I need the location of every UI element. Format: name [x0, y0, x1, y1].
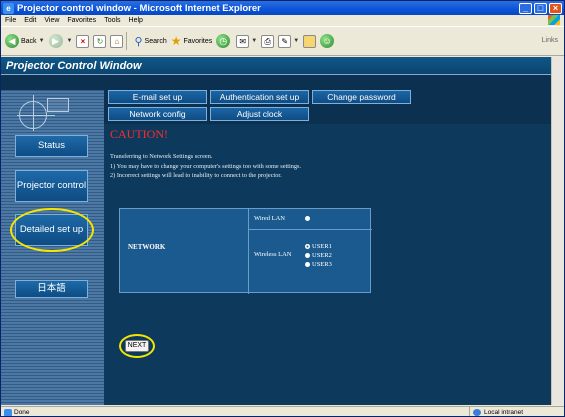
folder-icon: [303, 34, 317, 48]
menu-help[interactable]: Help: [129, 17, 143, 24]
user3-label: USER3: [312, 261, 332, 268]
tab-adjust-clock[interactable]: Adjust clock: [210, 107, 309, 121]
status-text: Done: [14, 409, 30, 416]
header-stripe: [1, 76, 552, 90]
network-divider: [248, 209, 249, 294]
messenger-icon: ☺: [320, 34, 335, 48]
mail-dropdown-icon[interactable]: ▼: [251, 38, 257, 44]
tab-email-setup[interactable]: E-mail set up: [108, 90, 207, 104]
notes-line-1: Transferring to Network Settings screen.: [110, 153, 213, 160]
history-button[interactable]: ◷: [216, 34, 232, 48]
radio-user1[interactable]: USER1: [305, 243, 332, 250]
maximize-button[interactable]: □: [534, 2, 547, 14]
caution-notes: Transferring to Network Settings screen.…: [110, 152, 301, 181]
home-icon: ⌂: [110, 34, 124, 48]
network-settings-box: NETWORK Wired LAN Wireless LAN USER1 USE…: [119, 208, 372, 294]
radio-user2[interactable]: USER2: [305, 252, 332, 259]
notes-line-2: 1) You may have to change your computer'…: [110, 162, 302, 170]
menu-file[interactable]: File: [5, 17, 16, 24]
caution-heading: CAUTION!: [110, 127, 168, 141]
mail-icon: ✉: [236, 34, 250, 48]
zone-label: Local intranet: [484, 409, 524, 416]
edit-icon: ✎: [278, 34, 292, 48]
menu-edit[interactable]: Edit: [24, 17, 36, 24]
status-bar: Done Local intranet: [1, 406, 564, 416]
history-icon: ◷: [216, 34, 231, 48]
back-arrow-icon: ◀: [5, 34, 19, 48]
tab-bar: E-mail set up Authentication set up Chan…: [104, 90, 552, 124]
projector-logo-icon: [17, 93, 72, 131]
user1-label: USER1: [312, 243, 332, 250]
minimize-button[interactable]: _: [519, 2, 532, 14]
detailed-setup-highlight: [10, 208, 94, 252]
search-button[interactable]: ⚲ Search: [134, 35, 166, 48]
back-dropdown-icon[interactable]: ▼: [39, 38, 45, 44]
links-label[interactable]: Links: [542, 37, 558, 44]
menu-favorites[interactable]: Favorites: [67, 17, 96, 24]
sidebar-item-status[interactable]: Status: [15, 135, 88, 157]
forward-arrow-icon: ▶: [48, 34, 63, 48]
favorites-star-icon: ★: [170, 34, 182, 48]
sidebar-item-japanese[interactable]: 日本語: [15, 280, 88, 298]
menu-tools[interactable]: Tools: [104, 17, 120, 24]
page-title: Projector Control Window: [1, 57, 552, 75]
intranet-globe-icon: [473, 409, 481, 416]
wired-lan-label: Wired LAN: [254, 215, 285, 222]
menu-bar: File Edit View Favorites Tools Help: [1, 15, 564, 26]
forward-dropdown-icon[interactable]: ▼: [67, 38, 73, 44]
stop-icon: ×: [76, 34, 90, 48]
radio-dot-icon: [305, 216, 310, 221]
tab-authentication-setup[interactable]: Authentication set up: [210, 90, 309, 104]
title-bar: e Projector control window - Microsoft I…: [1, 1, 564, 15]
radio-dot-icon: [305, 253, 310, 258]
content-area: E-mail set up Authentication set up Chan…: [104, 90, 552, 405]
back-label: Back: [21, 37, 37, 45]
sidebar-item-projector-control[interactable]: Projector control: [15, 170, 88, 202]
radio-selected-icon: [305, 244, 310, 249]
security-zone: Local intranet: [469, 407, 564, 416]
status-cells: [30, 407, 469, 416]
mail-button[interactable]: ✉ ▼: [236, 34, 257, 48]
tab-change-password[interactable]: Change password: [312, 90, 411, 104]
edit-dropdown-icon[interactable]: ▼: [293, 38, 299, 44]
menu-view[interactable]: View: [44, 17, 59, 24]
forward-button[interactable]: ▶ ▼: [48, 34, 73, 48]
toolbar: ◀ Back ▼ ▶ ▼ × ↻ ⌂ ⚲ Search ★ Favorites …: [1, 26, 564, 56]
user2-label: USER2: [312, 252, 332, 259]
close-button[interactable]: ×: [549, 2, 562, 14]
network-row-divider: [248, 229, 372, 230]
search-icon: ⚲: [134, 35, 143, 48]
wired-lan-radio[interactable]: [305, 216, 312, 221]
favorites-button[interactable]: ★ Favorites: [171, 34, 213, 48]
tab-network-config[interactable]: Network config: [108, 107, 207, 121]
next-button-highlight: [119, 334, 155, 358]
network-label: NETWORK: [128, 243, 166, 251]
print-icon: ⎙: [261, 34, 275, 48]
sidebar: Status Projector control Detailed set up…: [1, 90, 104, 405]
page-done-icon: [4, 408, 12, 416]
home-button[interactable]: ⌂: [110, 34, 124, 48]
toolbar-divider: [126, 32, 128, 50]
back-button[interactable]: ◀ Back ▼: [5, 34, 45, 48]
browser-window: e Projector control window - Microsoft I…: [0, 0, 565, 417]
refresh-icon: ↻: [93, 34, 107, 48]
web-page: Projector Control Window Status Projecto…: [1, 57, 552, 405]
ie-logo-icon: e: [3, 2, 14, 14]
refresh-button[interactable]: ↻: [93, 34, 107, 48]
radio-user3[interactable]: USER3: [305, 261, 332, 268]
window-title: Projector control window - Microsoft Int…: [17, 2, 261, 14]
edit-button[interactable]: ✎ ▼: [278, 34, 299, 48]
wireless-lan-label: Wireless LAN: [254, 251, 292, 258]
stop-button[interactable]: ×: [76, 34, 90, 48]
favorites-label: Favorites: [183, 37, 213, 45]
folder-button[interactable]: [303, 34, 317, 48]
print-button[interactable]: ⎙: [261, 34, 275, 48]
windows-flag-icon: [548, 15, 560, 25]
vertical-scrollbar[interactable]: [551, 57, 564, 405]
radio-dot-icon: [305, 262, 310, 267]
messenger-button[interactable]: ☺: [320, 34, 336, 48]
search-label: Search: [144, 37, 167, 45]
notes-line-3: 2) Incorrect settings will lead to inabi…: [110, 172, 282, 179]
